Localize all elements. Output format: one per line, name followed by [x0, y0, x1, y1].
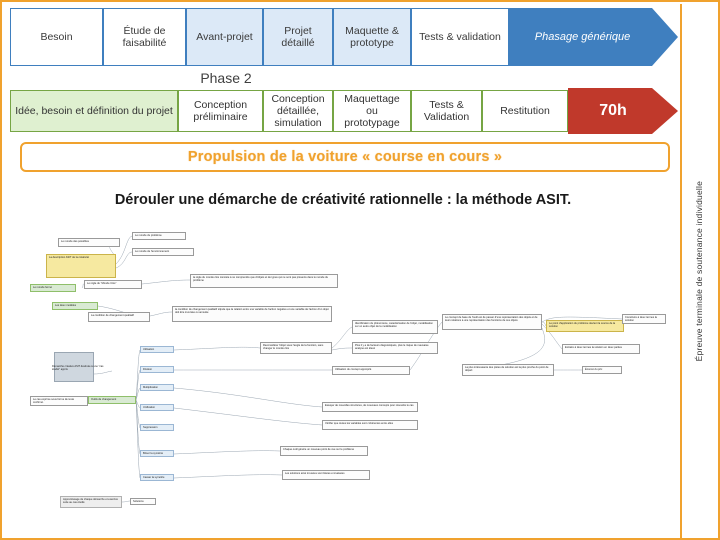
phase-cell-avant-projet[interactable]: Avant-projet: [186, 8, 263, 66]
page-subtitle: Dérouler une démarche de créativité rati…: [2, 192, 684, 208]
mindmap-node: Énoncé du prix: [582, 366, 622, 374]
step-conception-preliminaire[interactable]: Conception préliminaire: [178, 90, 263, 132]
mindmap-node: Utilisation du concept approprié: [332, 366, 410, 375]
page-subtitle-text: Dérouler une démarche de créativité rati…: [114, 192, 572, 208]
mindmap-node: Démarche créative ASIT destinée à une "c…: [52, 365, 104, 372]
duration-label: 70h: [599, 102, 627, 119]
phase-cell-label: Avant-projet: [196, 30, 253, 43]
mindmap-node: La plus intéressante des pistes de solut…: [462, 364, 554, 376]
mindmap-node: Les solutions ainsi trouvées sont listée…: [282, 470, 370, 480]
phase-cell-projet-detaille[interactable]: Projet détaillé: [263, 8, 333, 66]
mindmap-node: Vérifier que toutes les variables sont c…: [322, 420, 418, 430]
right-band-label: Épreuve terminale de soutenance individu…: [693, 180, 704, 362]
phase-cell-label: Étude de faisabilité: [122, 24, 167, 49]
mindmap-node: Essayer de nouvelles structures, de nouv…: [322, 402, 418, 412]
step-label: Idée, besoin et définition du projet: [15, 104, 173, 117]
mindmap-node: Briser la symétrie: [140, 450, 174, 457]
step-label: Restitution: [500, 104, 550, 117]
phase2-detail-row: Idée, besoin et définition du projet Con…: [10, 90, 678, 132]
step-maquettage[interactable]: Maquettage ou prototypage: [333, 90, 411, 132]
project-banner: Propulsion de la voiture « course en cou…: [20, 142, 670, 172]
mindmap-node: Suppression: [140, 424, 174, 431]
phase-cell-maquette-prototype[interactable]: Maquette & prototype: [333, 8, 411, 66]
phasage-generique-label: Phasage générique: [534, 31, 631, 43]
step-label: Conception préliminaire: [193, 98, 248, 123]
phase-cell-tests-validation[interactable]: Tests & validation: [411, 8, 509, 66]
mindmap-node: Casser la symétrie: [140, 474, 174, 481]
step-idee-besoin[interactable]: Idée, besoin et définition du projet: [10, 90, 178, 132]
mindmap-node: Le concept de base de l'outil est de pas…: [442, 314, 542, 330]
phasage-generique-row: Besoin Étude de faisabilité Avant-projet…: [10, 8, 678, 66]
phase-cell-label: Maquette & prototype: [345, 24, 399, 49]
mindmap-node: Extraire à deux termes la solution en de…: [562, 344, 640, 354]
step-restitution[interactable]: Restitution: [482, 90, 568, 132]
right-side-band: Épreuve terminale de soutenance individu…: [680, 4, 716, 538]
phase-cell-besoin[interactable]: Besoin: [10, 8, 103, 66]
mindmap-diagram: Le monde des possibles Le monde du probl…: [22, 224, 672, 524]
mindmap-node: la condition de changement qualitatif st…: [172, 306, 332, 322]
mindmap-node: Utilisation: [140, 346, 174, 353]
mindmap-node: Unification: [140, 404, 174, 411]
step-label: Tests & Validation: [423, 98, 470, 123]
slide-page: Besoin Étude de faisabilité Avant-projet…: [0, 0, 720, 540]
mindmap-node: Identification du phénomène, caractérisa…: [352, 320, 438, 334]
phasage-generique-arrow: Phasage générique: [509, 8, 678, 66]
phase-cell-etude-faisabilite[interactable]: Étude de faisabilité: [103, 8, 186, 66]
phase-cell-label: Besoin: [40, 30, 73, 43]
mindmap-node: Multiplication: [140, 384, 174, 391]
mindmap-node: La condition de changement qualitatif: [88, 312, 150, 322]
phase-2-text: Phase 2: [200, 70, 252, 86]
mindmap-node: Le monde fermé: [30, 284, 76, 292]
mindmap-node: Reconsidérer l'objet sous l'angle de la …: [260, 342, 332, 354]
mindmap-node: Le monde de l'environnement: [132, 248, 194, 256]
phase-cell-label: Projet détaillé: [281, 24, 315, 49]
mindmap-node: Le monde des possibles: [58, 238, 120, 247]
phase-2-label: Phase 2: [180, 66, 272, 90]
mindmap-node: Apprentissage de chaque démarche et exer…: [60, 496, 122, 508]
mindmap-node: Plus il y a de facteurs diagnostiqués, p…: [352, 342, 438, 354]
mindmap-node: Outils de changement: [88, 396, 136, 404]
step-tests-validation[interactable]: Tests & Validation: [411, 90, 482, 132]
step-label: Maquettage ou prototypage: [344, 92, 400, 130]
mindmap-node: Construire à deux termes la solution: [622, 314, 666, 324]
mindmap-node: Chaque outil génère un nouveau point de …: [280, 446, 368, 456]
step-conception-detaillee[interactable]: Conception détaillée, simulation: [263, 90, 333, 132]
mindmap-node: Solutions: [130, 498, 156, 505]
mindmap-node: La description ASIT de la créativité: [46, 254, 116, 278]
step-label: Conception détaillée, simulation: [271, 92, 325, 130]
mindmap-node: la règle du monde clos consiste à ne com…: [190, 274, 338, 288]
phase-cell-label: Tests & validation: [419, 30, 501, 43]
mindmap-node: Le cas exprime sous forme de texte confi…: [30, 396, 88, 406]
project-banner-text: Propulsion de la voiture « course en cou…: [187, 149, 503, 165]
mindmap-node: Le point d'application du problème devie…: [546, 320, 624, 332]
mindmap-node: Le règle du "Monde Clos": [84, 280, 142, 289]
duration-arrow: 70h: [568, 88, 678, 134]
mindmap-node: Les deux modèles: [52, 302, 98, 310]
mindmap-node: Division: [140, 366, 174, 373]
mindmap-node: Le monde du problème: [132, 232, 186, 240]
